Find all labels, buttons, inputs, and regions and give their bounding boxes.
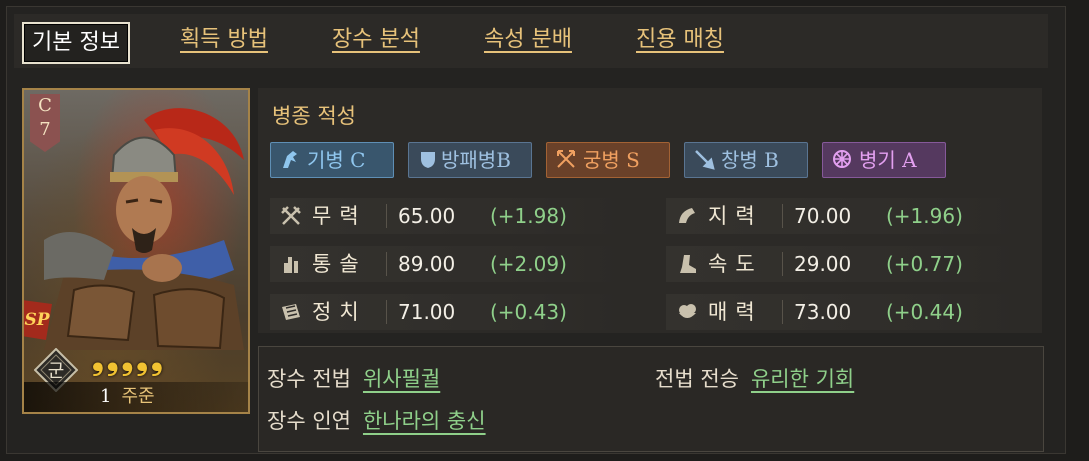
grade-letter: C [38,95,52,116]
tactic-inherit-row: 전법 전승 유리한 기회 [655,363,854,393]
unique-tactic-link[interactable]: 위사필궐 [363,367,440,391]
tactic-inherit-label: 전법 전승 [655,367,739,391]
star-rating: ❟❟❟❟❟ [92,342,166,377]
stat-politics: 정치 71.00 (+0.43) [270,294,622,330]
tab-bar: 기본 정보 획득 방법 장수 분석 속성 분배 진용 매칭 [14,14,1048,68]
tab-attribute-distribution[interactable]: 속성 분배 [484,24,572,56]
troop-siege[interactable]: 병기 A [822,142,946,178]
general-name: 주준 [121,386,155,407]
stat-intellect: 지력 70.00 (+1.96) [666,198,1018,234]
stat-command: 통솔 89.00 (+2.09) [270,246,622,282]
charm-icon [679,304,696,318]
general-level: 1 [100,386,112,407]
troop-spear[interactable]: 창병 B [684,142,808,178]
unique-tactic-row: 장수 전법 위사필궐 [267,363,440,393]
stat-charm: 매력 73.00 (+0.44) [666,294,1018,330]
sword-icon [281,206,301,225]
attributes-panel: 병종 적성 기병 C 방패병B 궁병 S 창병 B 병기 A 무력 65.00(… [258,88,1042,333]
tab-general-analysis[interactable]: 장수 분석 [332,24,420,56]
general-bond-label: 장수 인연 [267,409,351,433]
cavalry-icon [283,151,297,168]
spear-icon [695,150,715,170]
troop-shield[interactable]: 방패병B [408,142,532,178]
troop-aptitude-title: 병종 적성 [272,104,356,128]
grade-number: 7 [39,119,51,140]
troop-archer[interactable]: 궁병 S [546,142,670,178]
skills-panel: 장수 전법 위사필궐 전법 전승 유리한 기회 장수 인연 한나라의 충신 [258,346,1044,452]
faction-label: 군 [48,361,65,382]
tab-basic-info[interactable]: 기본 정보 [22,22,130,64]
general-card[interactable]: C 7 SP ❟❟❟❟❟ 군 1 주준 [22,88,250,414]
boot-icon [680,255,696,273]
stat-force: 무력 65.00 (+1.98) [270,198,622,234]
siege-icon [833,150,851,168]
tab-acquisition[interactable]: 획득 방법 [180,24,268,56]
grade-badge: C 7 [30,94,60,152]
troop-cavalry[interactable]: 기병 C [270,142,394,178]
intellect-icon [679,208,695,223]
general-bond-link[interactable]: 한나라의 충신 [363,409,486,433]
general-bond-row: 장수 인연 한나라의 충신 [267,405,486,435]
bow-icon [557,150,575,168]
shield-icon [421,152,435,168]
tactic-inherit-link[interactable]: 유리한 기회 [751,367,854,391]
command-icon [284,257,298,273]
tab-formation-matching[interactable]: 진용 매칭 [636,24,724,56]
scroll-icon [282,304,300,320]
card-footer: 1 주준 [24,382,248,412]
unique-tactic-label: 장수 전법 [267,367,351,391]
stat-speed: 속도 29.00 (+0.77) [666,246,1018,282]
general-portrait [44,108,244,350]
